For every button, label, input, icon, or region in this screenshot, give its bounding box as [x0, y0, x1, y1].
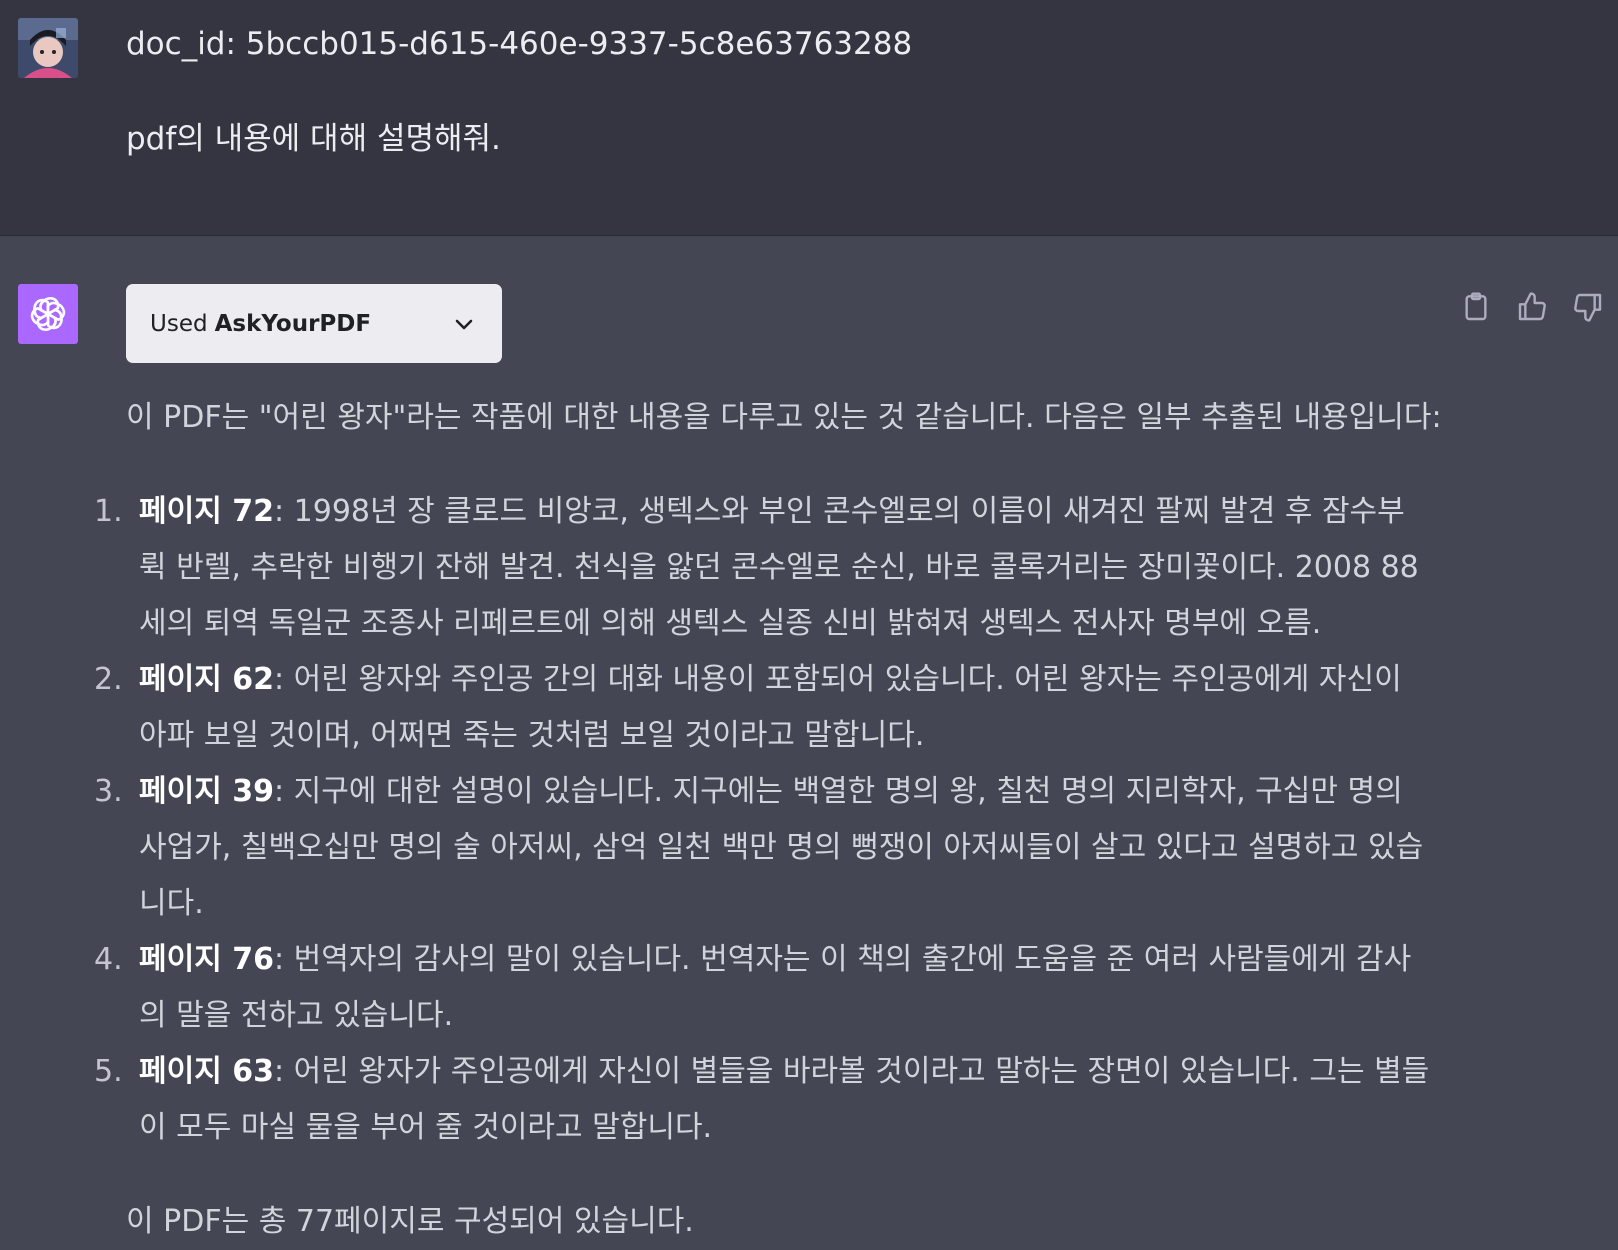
user-message: doc_id: 5bccb015-d615-460e-9337-5c8e6376… [0, 0, 1618, 236]
assistant-avatar [18, 284, 78, 344]
list-item: 2. 페이지 62: 어린 왕자와 주인공 간의 대화 내용이 포함되어 있습니다… [94, 652, 1436, 764]
list-number: 1. [94, 494, 123, 529]
list-item-text: : 어린 왕자가 주인공에게 자신이 별들을 바라볼 것이라고 말하는 장면이 … [139, 1054, 1430, 1145]
list-item-text: : 번역자의 감사의 말이 있습니다. 번역자는 이 책의 출간에 도움을 준 … [139, 942, 1412, 1033]
list-number: 5. [94, 1054, 123, 1089]
list-item-text: : 어린 왕자와 주인공 간의 대화 내용이 포함되어 있습니다. 어린 왕자는… [139, 662, 1402, 753]
page-summary-list: 1. 페이지 72: 1998년 장 클로드 비앙코, 생텍스와 부인 콘수엘로의… [94, 484, 1436, 1156]
message-actions [1460, 291, 1604, 323]
list-number: 4. [94, 942, 123, 977]
response-outro: 이 PDF는 총 77페이지로 구성되어 있습니다. [126, 1204, 694, 1239]
list-item-text: : 1998년 장 클로드 비앙코, 생텍스와 부인 콘수엘로의 이름이 새겨진… [139, 494, 1419, 641]
plugin-name: AskYourPDF [214, 310, 372, 337]
thumbs-up-icon[interactable] [1516, 291, 1548, 323]
chevron-down-icon [455, 319, 473, 330]
list-item-page-label: 페이지 39 [139, 774, 274, 809]
list-number: 3. [94, 774, 123, 809]
plugin-used-label: Used [150, 310, 208, 337]
list-number: 2. [94, 662, 123, 697]
openai-logo-icon [30, 297, 66, 331]
list-item-text: : 지구에 대한 설명이 있습니다. 지구에는 백열한 명의 왕, 칠천 명의 … [139, 774, 1424, 921]
list-item-page-label: 페이지 63 [139, 1054, 274, 1089]
list-item-page-label: 페이지 62 [139, 662, 274, 697]
thumbs-down-icon[interactable] [1572, 291, 1604, 323]
user-avatar [18, 18, 78, 78]
list-item: 3. 페이지 39: 지구에 대한 설명이 있습니다. 지구에는 백열한 명의 왕… [94, 764, 1436, 932]
assistant-response: 이 PDF는 "어린 왕자"라는 작품에 대한 내용을 다루고 있는 것 같습니… [94, 390, 1442, 1250]
response-intro: 이 PDF는 "어린 왕자"라는 작품에 대한 내용을 다루고 있는 것 같습니… [126, 400, 1442, 435]
list-item: 4. 페이지 76: 번역자의 감사의 말이 있습니다. 번역자는 이 책의 출간… [94, 932, 1436, 1044]
list-item-page-label: 페이지 72 [139, 494, 274, 529]
list-item-page-label: 페이지 76 [139, 942, 274, 977]
plugin-used-dropdown[interactable]: Used AskYourPDF [126, 284, 502, 363]
list-item: 1. 페이지 72: 1998년 장 클로드 비앙코, 생텍스와 부인 콘수엘로의… [94, 484, 1436, 652]
clipboard-icon[interactable] [1460, 291, 1492, 323]
user-message-line-request: pdf의 내용에 대해 설명해줘. [126, 121, 501, 157]
list-item: 5. 페이지 63: 어린 왕자가 주인공에게 자신이 별들을 바라볼 것이라고 … [94, 1044, 1436, 1156]
user-message-line-doc-id: doc_id: 5bccb015-d615-460e-9337-5c8e6376… [126, 26, 913, 62]
